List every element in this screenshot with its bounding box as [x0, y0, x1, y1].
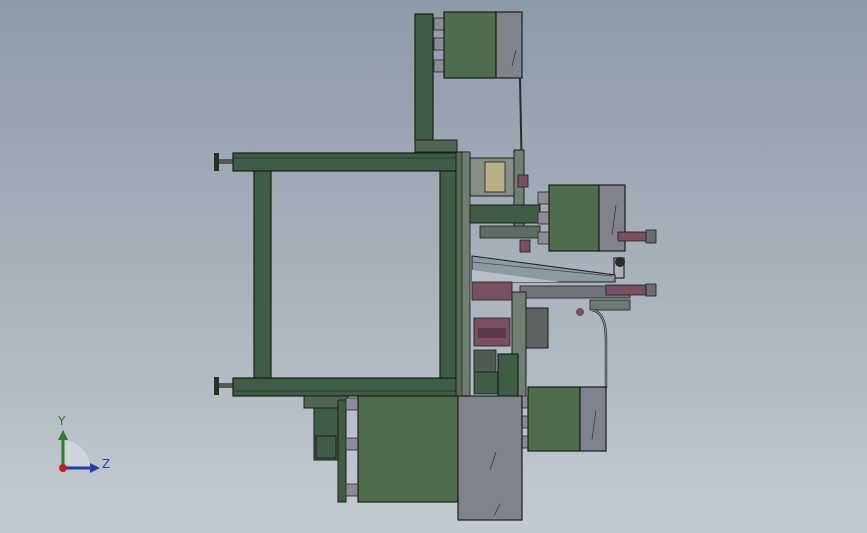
cad-model-side-view[interactable]: [0, 0, 867, 533]
triad-origin: [59, 464, 67, 472]
leveling-foot-bottom: [214, 377, 233, 395]
coordinate-triad: [58, 430, 100, 473]
air-hose: [591, 308, 608, 388]
purple-actuators[interactable]: [471, 281, 513, 347]
main-frame[interactable]: [214, 151, 471, 398]
bottom-large-motor[interactable]: [345, 395, 523, 521]
bottom-gearbox-mount[interactable]: [303, 395, 349, 503]
leveling-foot-top: [214, 153, 233, 171]
cad-viewport[interactable]: Y Z: [0, 0, 867, 533]
upper-bracket-assembly[interactable]: [469, 149, 541, 253]
upper-cylinder[interactable]: [613, 229, 657, 279]
y-axis-arrowhead: [58, 430, 68, 440]
sloped-guide-plate[interactable]: [471, 255, 616, 283]
z-axis-arrowhead: [90, 463, 100, 473]
y-axis-label: Y: [58, 414, 66, 428]
z-axis-label: Z: [102, 457, 111, 471]
middle-motor[interactable]: [537, 184, 626, 252]
